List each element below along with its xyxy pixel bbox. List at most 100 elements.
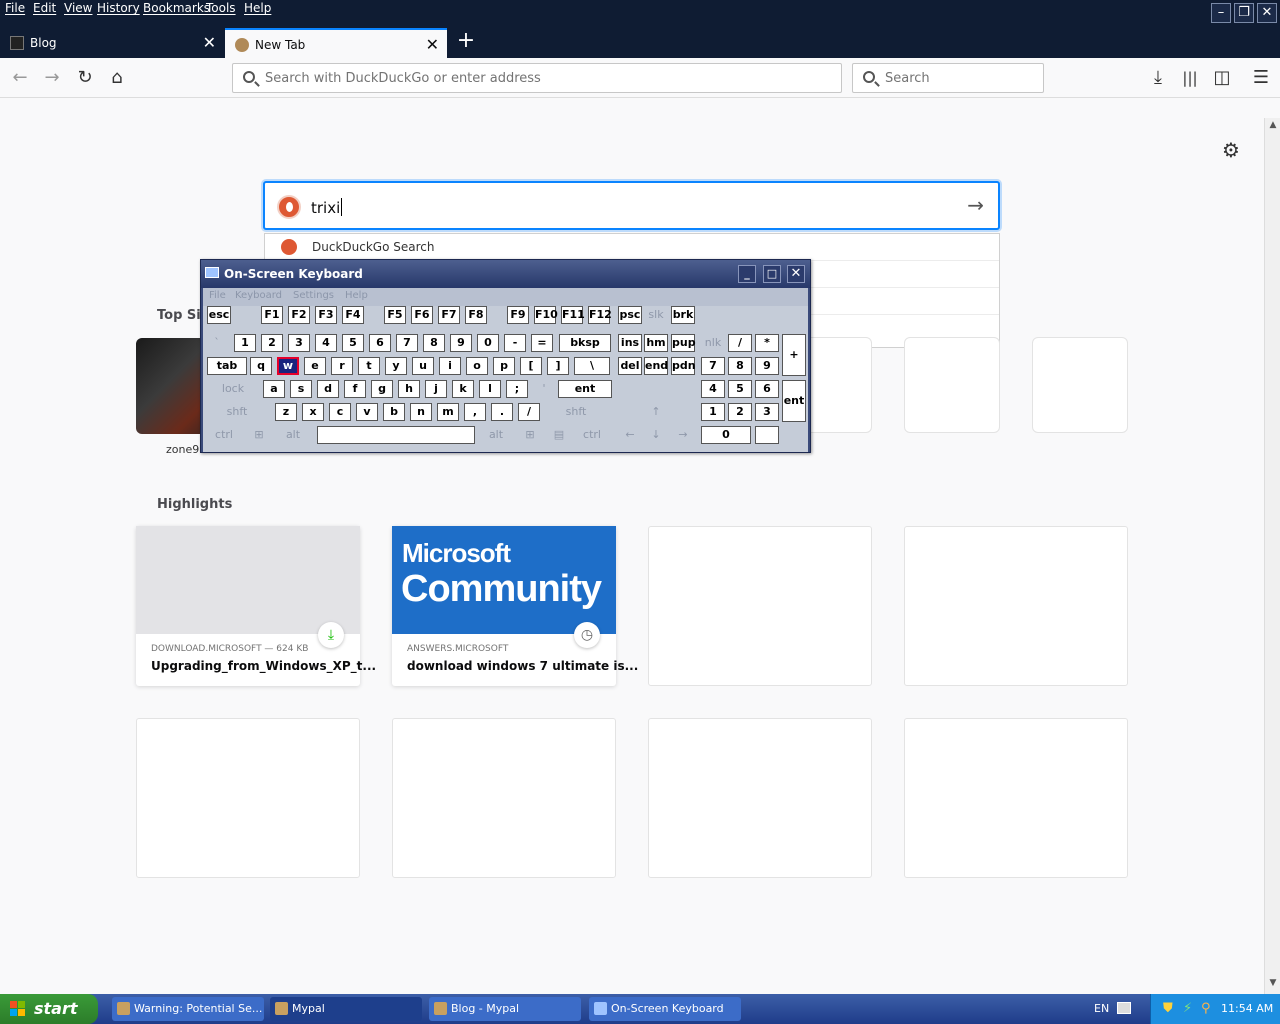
- osk-key-x[interactable]: x: [302, 403, 324, 421]
- gear-icon[interactable]: ⚙: [1222, 138, 1240, 162]
- osk-minimize-button[interactable]: _: [738, 265, 756, 283]
- reload-icon[interactable]: ↻: [73, 66, 97, 90]
- osk-key-shft[interactable]: shft: [207, 403, 267, 421]
- osk-key-6[interactable]: 6: [755, 380, 779, 398]
- language-indicator[interactable]: EN: [1094, 1002, 1109, 1015]
- osk-key-F11[interactable]: F11: [561, 306, 585, 324]
- osk-key-`[interactable]: `: [207, 334, 227, 352]
- osk-key-↑[interactable]: ↑: [644, 403, 668, 421]
- keyboard-tray-icon[interactable]: [1117, 1002, 1131, 1014]
- osk-key-o[interactable]: o: [466, 357, 488, 375]
- osk-key-p[interactable]: p: [493, 357, 515, 375]
- osk-key-*[interactable]: *: [755, 334, 779, 352]
- osk-key-z[interactable]: z: [275, 403, 297, 421]
- osk-key-shft[interactable]: shft: [543, 403, 609, 421]
- osk-key-ins[interactable]: ins: [618, 334, 642, 352]
- osk-key-/[interactable]: /: [728, 334, 752, 352]
- osk-key-end[interactable]: end: [644, 357, 668, 375]
- minimize-button[interactable]: –: [1211, 3, 1231, 23]
- osk-key-2[interactable]: 2: [261, 334, 283, 352]
- osk-key-5[interactable]: 5: [728, 380, 752, 398]
- osk-key-s[interactable]: s: [290, 380, 312, 398]
- search-tray-icon[interactable]: ⚲: [1201, 1001, 1211, 1016]
- osk-key-g[interactable]: g: [371, 380, 393, 398]
- osk-key-pup[interactable]: pup: [671, 334, 696, 352]
- osk-key-l[interactable]: l: [479, 380, 501, 398]
- menu-bookmarks[interactable]: Bookmarks: [143, 1, 210, 15]
- osk-key-→[interactable]: →: [671, 426, 695, 444]
- osk-key-e[interactable]: e: [304, 357, 326, 375]
- close-tab-icon[interactable]: ✕: [426, 30, 439, 60]
- osk-key--[interactable]: -: [504, 334, 526, 352]
- osk-key-][interactable]: ]: [547, 357, 569, 375]
- osk-key-alt[interactable]: alt: [481, 426, 511, 444]
- task-on-screen-keyboard[interactable]: On-Screen Keyboard: [589, 997, 741, 1021]
- osk-key-\[interactable]: \: [574, 357, 610, 375]
- url-bar[interactable]: Search with DuckDuckGo or enter address: [232, 63, 842, 93]
- osk-key-F6[interactable]: F6: [411, 306, 433, 324]
- suggestion-item[interactable]: DuckDuckGo Search: [265, 234, 999, 261]
- top-site-tile[interactable]: [1032, 337, 1128, 433]
- vertical-scrollbar[interactable]: ▲ ▼: [1264, 118, 1280, 994]
- osk-key-⊞[interactable]: ⊞: [245, 426, 273, 444]
- osk-key-1[interactable]: 1: [234, 334, 256, 352]
- back-icon[interactable]: ←: [8, 66, 32, 90]
- osk-key-numpad-+[interactable]: +: [782, 334, 806, 376]
- osk-key-6[interactable]: 6: [369, 334, 391, 352]
- osk-key-j[interactable]: j: [425, 380, 447, 398]
- menu-edit[interactable]: Edit: [33, 1, 56, 15]
- osk-key-7[interactable]: 7: [701, 357, 725, 375]
- menu-file[interactable]: File: [5, 1, 25, 15]
- osk-menu-settings[interactable]: Settings: [293, 290, 334, 301]
- task-blog-mypal[interactable]: Blog - Mypal: [429, 997, 581, 1021]
- menu-history[interactable]: History: [97, 1, 140, 15]
- osk-key-d[interactable]: d: [317, 380, 339, 398]
- osk-titlebar[interactable]: On-Screen Keyboard _ □ ✕: [201, 260, 810, 288]
- osk-key-hm[interactable]: hm: [644, 334, 668, 352]
- osk-key-h[interactable]: h: [398, 380, 420, 398]
- forward-icon[interactable]: →: [40, 66, 64, 90]
- menu-help[interactable]: Help: [244, 1, 271, 15]
- osk-key-F2[interactable]: F2: [288, 306, 310, 324]
- osk-key-F4[interactable]: F4: [342, 306, 364, 324]
- osk-key-F3[interactable]: F3: [315, 306, 337, 324]
- osk-maximize-button[interactable]: □: [763, 265, 781, 283]
- osk-key-k[interactable]: k: [452, 380, 474, 398]
- osk-key-.[interactable]: .: [491, 403, 513, 421]
- osk-key-space[interactable]: [317, 426, 475, 444]
- osk-key-a[interactable]: a: [263, 380, 285, 398]
- osk-key-[[interactable]: [: [520, 357, 542, 375]
- osk-key-8[interactable]: 8: [423, 334, 445, 352]
- osk-key-4[interactable]: 4: [701, 380, 725, 398]
- osk-key-F1[interactable]: F1: [261, 306, 283, 324]
- osk-key-F9[interactable]: F9: [507, 306, 529, 324]
- osk-menu-keyboard[interactable]: Keyboard: [235, 290, 282, 301]
- osk-key-8[interactable]: 8: [728, 357, 752, 375]
- osk-key-ctrl[interactable]: ctrl: [207, 426, 241, 444]
- osk-key-=[interactable]: =: [531, 334, 553, 352]
- osk-key-F8[interactable]: F8: [465, 306, 487, 324]
- osk-key-1[interactable]: 1: [701, 403, 725, 421]
- osk-key-psc[interactable]: psc: [618, 306, 642, 324]
- osk-key-ctrl[interactable]: ctrl: [573, 426, 611, 444]
- tab-blog[interactable]: Blog ✕: [0, 28, 224, 58]
- osk-key-0[interactable]: 0: [477, 334, 499, 352]
- osk-key-,[interactable]: ,: [464, 403, 486, 421]
- osk-key-y[interactable]: y: [385, 357, 407, 375]
- osk-close-button[interactable]: ✕: [787, 265, 805, 283]
- osk-key-i[interactable]: i: [439, 357, 461, 375]
- osk-key-n[interactable]: n: [410, 403, 432, 421]
- osk-key-9[interactable]: 9: [450, 334, 472, 352]
- network-icon[interactable]: ⚡: [1183, 1001, 1192, 1016]
- osk-key-numpad-ent[interactable]: ent: [782, 380, 806, 422]
- top-site-tile[interactable]: [904, 337, 1000, 433]
- osk-key-space[interactable]: [755, 426, 779, 444]
- highlight-card[interactable]: Microsoft Community ◷ ANSWERS.MICROSOFT …: [392, 526, 638, 686]
- osk-key-u[interactable]: u: [412, 357, 434, 375]
- osk-key-b[interactable]: b: [383, 403, 405, 421]
- osk-key-w[interactable]: w: [277, 357, 299, 375]
- osk-key-2[interactable]: 2: [728, 403, 752, 421]
- restore-button[interactable]: ❐: [1234, 3, 1254, 23]
- osk-key-0[interactable]: 0: [701, 426, 751, 444]
- osk-key-brk[interactable]: brk: [671, 306, 695, 324]
